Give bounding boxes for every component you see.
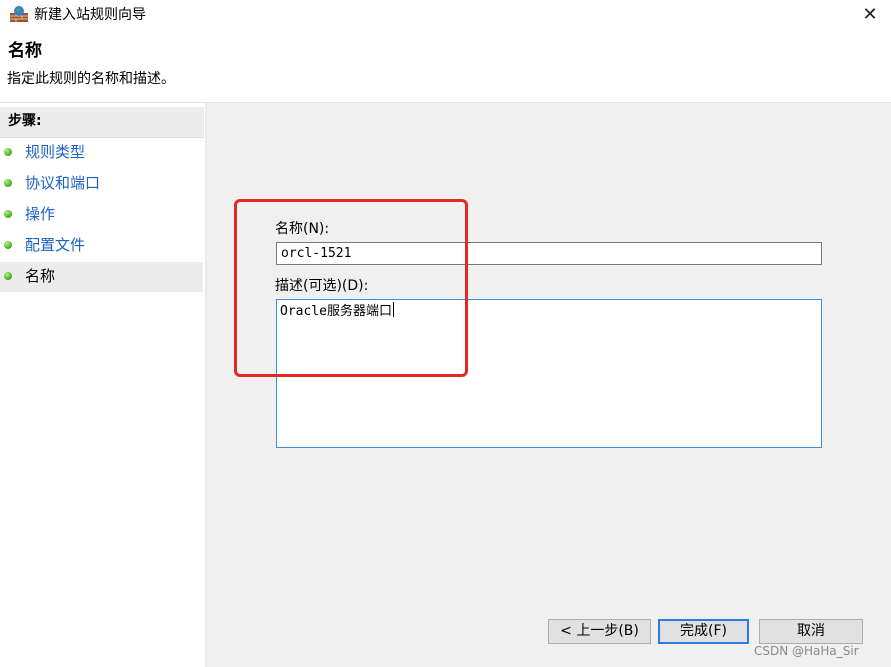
step-bullet-icon bbox=[4, 210, 12, 218]
step-name[interactable]: 名称 bbox=[0, 262, 203, 292]
step-profile[interactable]: 配置文件 bbox=[0, 231, 203, 261]
cancel-button[interactable]: 取消 bbox=[759, 619, 863, 644]
steps-title-label: 步骤: bbox=[8, 113, 42, 129]
finish-button[interactable]: 完成(F) bbox=[658, 619, 749, 644]
step-label[interactable]: 配置文件 bbox=[25, 236, 85, 254]
firewall-icon bbox=[9, 5, 29, 23]
wizard-content: 名称(N): orcl-1521 描述(可选)(D): Oracle服务器端口 … bbox=[207, 103, 891, 667]
back-button[interactable]: < 上一步(B) bbox=[548, 619, 651, 644]
step-bullet-icon bbox=[4, 272, 12, 280]
wizard-header: 名称 指定此规则的名称和描述。 bbox=[0, 30, 891, 102]
annotation-highlight-box bbox=[234, 199, 468, 377]
step-label[interactable]: 规则类型 bbox=[25, 143, 85, 161]
close-icon: ✕ bbox=[862, 4, 878, 25]
steps-sidebar: 步骤: 规则类型 协议和端口 操作 配置文件 名称 bbox=[0, 103, 207, 667]
close-button[interactable]: ✕ bbox=[852, 2, 888, 28]
step-label[interactable]: 协议和端口 bbox=[25, 174, 100, 192]
title-bar: 新建入站规则向导 ✕ bbox=[0, 0, 891, 30]
step-protocol-ports[interactable]: 协议和端口 bbox=[0, 169, 203, 199]
step-label[interactable]: 操作 bbox=[25, 205, 55, 223]
window-title: 新建入站规则向导 bbox=[34, 7, 146, 23]
step-bullet-icon bbox=[4, 148, 12, 156]
step-label: 名称 bbox=[25, 267, 56, 285]
page-title: 名称 bbox=[8, 41, 42, 61]
step-action[interactable]: 操作 bbox=[0, 200, 203, 230]
watermark: CSDN @HaHa_Sir bbox=[754, 644, 859, 658]
page-subtitle: 指定此规则的名称和描述。 bbox=[7, 71, 175, 87]
step-bullet-icon bbox=[4, 241, 12, 249]
step-rule-type[interactable]: 规则类型 bbox=[0, 138, 203, 168]
step-bullet-icon bbox=[4, 179, 12, 187]
steps-title: 步骤: bbox=[0, 107, 204, 138]
